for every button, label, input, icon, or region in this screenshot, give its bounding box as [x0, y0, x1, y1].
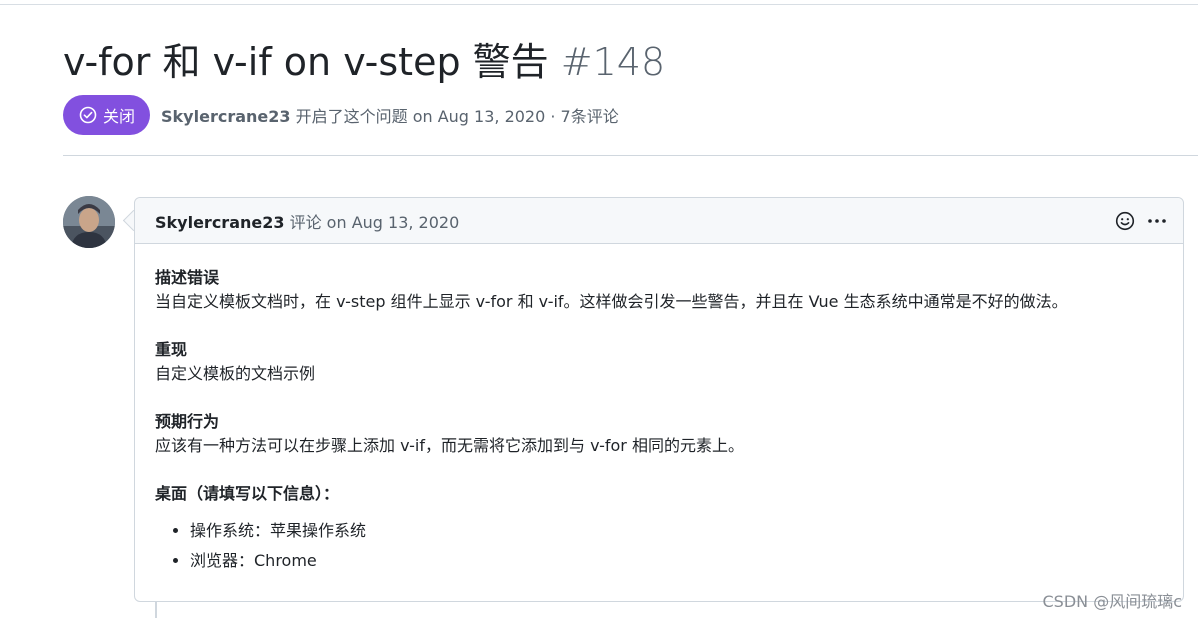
issue-meta: 关闭 Skylercrane23 开启了这个问题 on Aug 13, 2020… — [63, 95, 619, 135]
list-item: 浏览器：Chrome — [190, 546, 1163, 576]
comment-body: 描述错误 当自定义模板文档时，在 v-step 组件上显示 v-for 和 v-… — [135, 244, 1183, 576]
watermark: CSDN @风间琉璃c — [1042, 592, 1182, 611]
avatar[interactable] — [63, 196, 115, 248]
issue-closed-icon — [79, 106, 97, 124]
issue-opened-text: 开启了这个问题 on Aug 13, 2020 · 7条评论 — [295, 107, 619, 126]
section-title-reproduce: 重现 — [155, 340, 188, 359]
section-text-expected: 应该有一种方法可以在步骤上添加 v-if，而无需将它添加到与 v-for 相同的… — [155, 436, 744, 455]
kebab-horizontal-icon[interactable] — [1145, 209, 1169, 233]
top-border — [0, 4, 1198, 5]
smiley-icon[interactable] — [1113, 209, 1137, 233]
issue-title-text: v-for 和 v-if on v-step 警告 — [63, 40, 549, 84]
comment-actions — [1113, 209, 1169, 233]
comment-box: Skylercrane23 评论 on Aug 13, 2020 描述错误 当自… — [134, 197, 1184, 602]
issue-author-link[interactable]: Skylercrane23 — [161, 107, 291, 126]
section-text-bug: 当自定义模板文档时，在 v-step 组件上显示 v-for 和 v-if。这样… — [155, 292, 1068, 311]
issue-number: #148 — [560, 40, 666, 84]
section-title-bug: 描述错误 — [155, 268, 220, 287]
issue-meta-text: Skylercrane23 开启了这个问题 on Aug 13, 2020 · … — [161, 103, 619, 127]
header-divider — [63, 155, 1198, 156]
issue-title: v-for 和 v-if on v-step 警告 #148 — [63, 38, 665, 86]
section-text-reproduce: 自定义模板的文档示例 — [155, 364, 316, 383]
comment-header-text: Skylercrane23 评论 on Aug 13, 2020 — [155, 209, 459, 233]
section-title-expected: 预期行为 — [155, 412, 220, 431]
comment-action-text: 评论 on Aug 13, 2020 — [289, 212, 460, 232]
desktop-info-list: 操作系统：苹果操作系统 浏览器：Chrome — [155, 516, 1163, 576]
issue-state-badge: 关闭 — [63, 95, 151, 135]
section-title-desktop: 桌面（请填写以下信息）： — [155, 484, 340, 503]
comment-author-link[interactable]: Skylercrane23 — [155, 213, 285, 232]
timeline-line — [155, 602, 157, 618]
list-item: 操作系统：苹果操作系统 — [190, 516, 1163, 546]
issue-state-label: 关闭 — [103, 107, 136, 126]
comment-header: Skylercrane23 评论 on Aug 13, 2020 — [135, 198, 1183, 244]
